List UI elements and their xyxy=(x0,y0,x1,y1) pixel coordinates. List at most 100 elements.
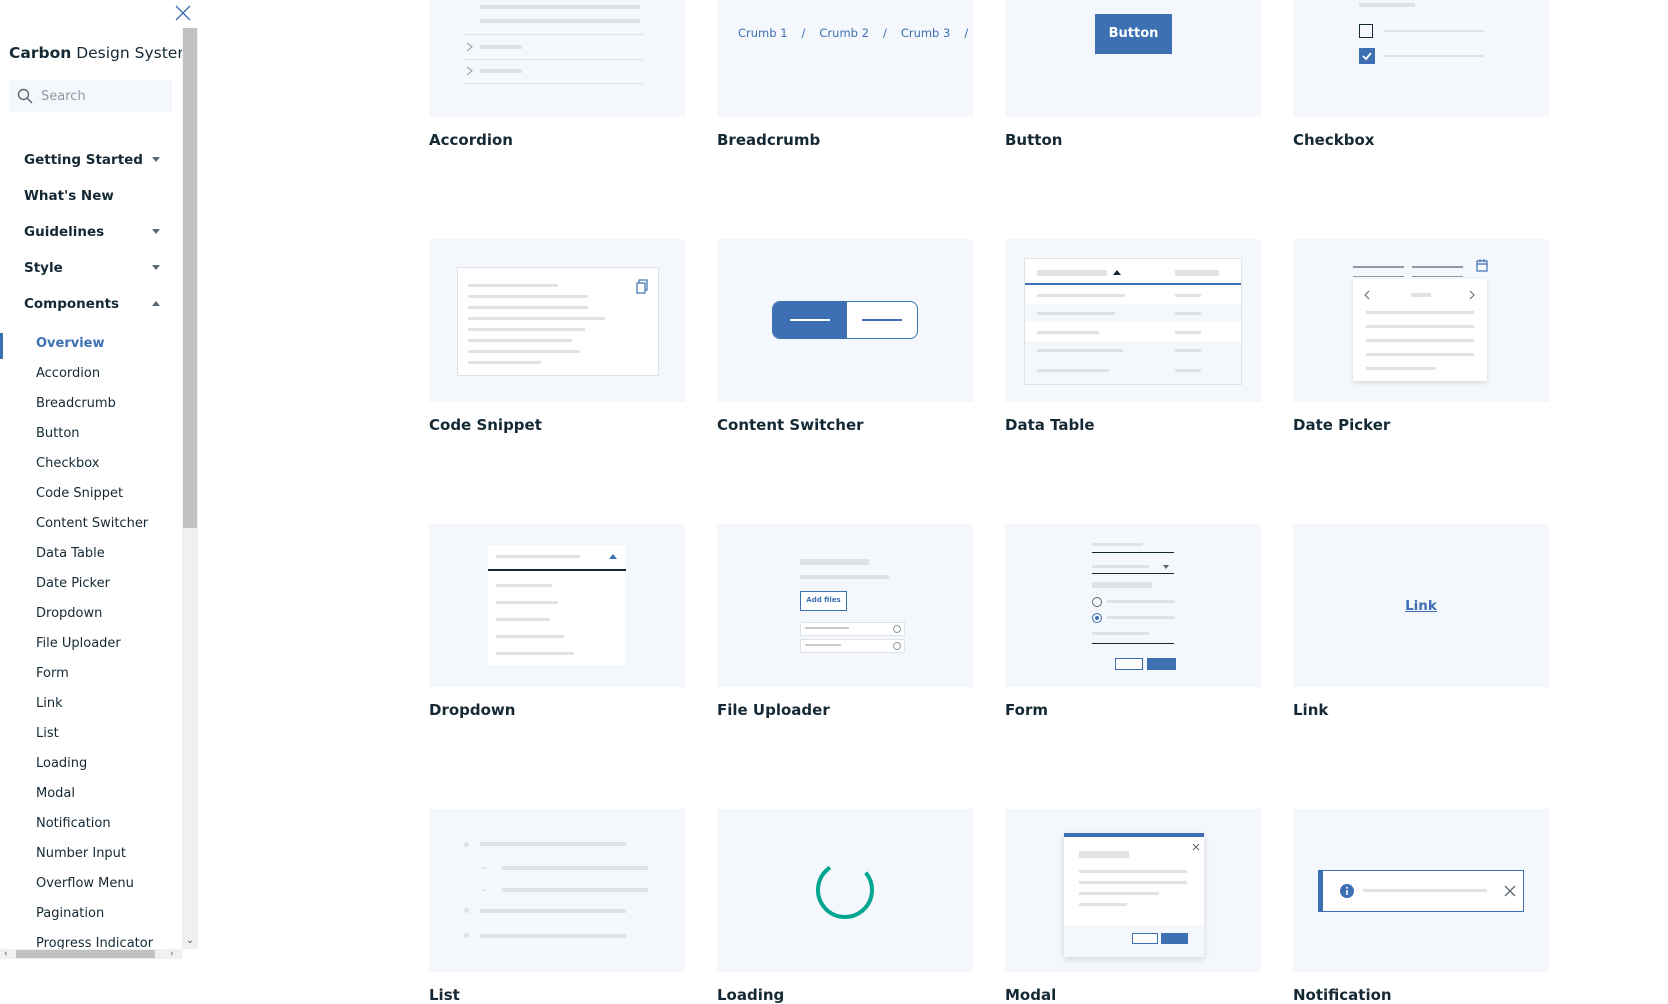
scroll-right-arrow-icon[interactable]: › xyxy=(170,949,174,959)
link-preview: Link xyxy=(1293,524,1549,687)
component-card-notification[interactable]: Notification xyxy=(1293,809,1549,1004)
sidebar-item-pagination[interactable]: Pagination xyxy=(36,906,104,921)
chevron-right-icon xyxy=(466,66,473,76)
snippet-box xyxy=(457,267,659,376)
radio-selected xyxy=(1092,613,1102,623)
sidebar-item-code-snippet[interactable]: Code Snippet xyxy=(36,486,123,501)
sidebar-item-link[interactable]: Link xyxy=(36,696,63,711)
sidebar-item-checkbox[interactable]: Checkbox xyxy=(36,456,100,471)
sidebar-item-form[interactable]: Form xyxy=(36,666,69,681)
file-uploader-preview: Add files xyxy=(717,524,973,687)
notification-banner xyxy=(1318,870,1524,912)
sidebar-horizontal-scrollbar[interactable]: ‹ › xyxy=(0,949,182,959)
sidebar-item-dropdown[interactable]: Dropdown xyxy=(36,606,102,621)
crumb-3[interactable]: Crumb 3 xyxy=(901,26,951,40)
brand-rest: Design System xyxy=(71,44,193,62)
sidebar-vertical-scrollbar[interactable]: ⌄ xyxy=(182,28,198,949)
chevron-down-icon xyxy=(152,265,160,270)
site-title[interactable]: Carbon Design System xyxy=(9,44,192,62)
add-files-button: Add files xyxy=(800,591,847,611)
sidebar-item-list[interactable]: List xyxy=(36,726,59,741)
file-row xyxy=(800,622,905,636)
card-title[interactable]: Form xyxy=(1005,701,1261,719)
sidebar-item-content-switcher[interactable]: Content Switcher xyxy=(36,516,148,531)
chevron-up-icon xyxy=(152,301,160,306)
component-card-checkbox[interactable]: Checkbox xyxy=(1293,0,1549,149)
component-card-button[interactable]: Button Button xyxy=(1005,0,1261,149)
checkbox-checked-icon xyxy=(1359,48,1375,64)
card-title[interactable]: Button xyxy=(1005,131,1261,149)
sidebar-item-file-uploader[interactable]: File Uploader xyxy=(36,636,121,651)
sidebar-item-loading[interactable]: Loading xyxy=(36,756,87,771)
card-title[interactable]: Accordion xyxy=(429,131,685,149)
component-card-data-table[interactable]: Data Table xyxy=(1005,239,1261,434)
crumb-2[interactable]: Crumb 2 xyxy=(819,26,869,40)
card-title[interactable]: List xyxy=(429,986,685,1004)
search-input[interactable] xyxy=(39,87,163,105)
sidebar-item-breadcrumb[interactable]: Breadcrumb xyxy=(36,396,116,411)
notification-preview xyxy=(1293,809,1549,972)
card-title[interactable]: Date Picker xyxy=(1293,416,1549,434)
card-title[interactable]: Breadcrumb xyxy=(717,131,973,149)
component-card-accordion[interactable]: Accordion xyxy=(429,0,685,149)
sidebar-item-modal[interactable]: Modal xyxy=(36,786,75,801)
sidebar-item-notification[interactable]: Notification xyxy=(36,816,111,831)
nav-section-guidelines[interactable]: Guidelines xyxy=(24,224,104,240)
calendar-icon xyxy=(1476,259,1488,272)
chevron-down-icon xyxy=(152,229,160,234)
component-card-form[interactable]: Form xyxy=(1005,524,1261,719)
component-card-file-uploader[interactable]: Add files File Uploader xyxy=(717,524,973,719)
card-title[interactable]: Notification xyxy=(1293,986,1549,1004)
component-card-code-snippet[interactable]: Code Snippet xyxy=(429,239,685,434)
sidebar-item-button[interactable]: Button xyxy=(36,426,80,441)
sidebar-item-number-input[interactable]: Number Input xyxy=(36,846,126,861)
component-card-date-picker[interactable]: Date Picker xyxy=(1293,239,1549,434)
card-title[interactable]: Link xyxy=(1293,701,1549,719)
info-icon xyxy=(1340,884,1354,898)
close-icon[interactable] xyxy=(174,4,196,26)
component-card-dropdown[interactable]: Dropdown xyxy=(429,524,685,719)
card-title[interactable]: Dropdown xyxy=(429,701,685,719)
sample-button: Button xyxy=(1095,14,1172,54)
form-preview xyxy=(1005,524,1261,687)
card-title[interactable]: File Uploader xyxy=(717,701,973,719)
sidebar: Carbon Design System Getting Started Wha… xyxy=(0,0,200,959)
sidebar-item-overflow-menu[interactable]: Overflow Menu xyxy=(36,876,134,891)
card-title[interactable]: Code Snippet xyxy=(429,416,685,434)
nav-section-whats-new[interactable]: What's New xyxy=(24,188,114,204)
scrollbar-thumb[interactable] xyxy=(16,950,155,958)
search-box[interactable] xyxy=(9,80,172,112)
sidebar-item-data-table[interactable]: Data Table xyxy=(36,546,105,561)
breadcrumb: Crumb 1 / Crumb 2 / Crumb 3 / xyxy=(738,26,968,40)
card-title[interactable]: Checkbox xyxy=(1293,131,1549,149)
copy-icon xyxy=(636,279,648,294)
brand-bold: Carbon xyxy=(9,44,72,62)
card-title[interactable]: Loading xyxy=(717,986,973,1004)
component-card-link[interactable]: Link Link xyxy=(1293,524,1549,719)
component-card-loading[interactable]: Loading xyxy=(717,809,973,1004)
active-indicator xyxy=(0,333,3,359)
crumb-separator: / xyxy=(882,26,887,40)
card-title[interactable]: Modal xyxy=(1005,986,1261,1004)
component-card-modal[interactable]: Modal xyxy=(1005,809,1261,1004)
scroll-left-arrow-icon[interactable]: ‹ xyxy=(4,949,8,959)
sidebar-item-overview[interactable]: Overview xyxy=(36,336,105,351)
sidebar-item-date-picker[interactable]: Date Picker xyxy=(36,576,110,591)
crumb-separator: / xyxy=(801,26,806,40)
scroll-down-arrow-icon[interactable]: ⌄ xyxy=(182,933,198,949)
nav-section-getting-started[interactable]: Getting Started xyxy=(24,152,143,168)
component-card-breadcrumb[interactable]: Crumb 1 / Crumb 2 / Crumb 3 / Breadcrumb xyxy=(717,0,973,149)
sidebar-item-accordion[interactable]: Accordion xyxy=(36,366,100,381)
scrollbar-thumb[interactable] xyxy=(183,28,197,528)
nav-section-components[interactable]: Components xyxy=(24,296,119,312)
dropdown-menu xyxy=(488,545,626,665)
nav-section-style[interactable]: Style xyxy=(24,260,63,276)
card-title[interactable]: Content Switcher xyxy=(717,416,973,434)
sample-link: Link xyxy=(1405,598,1437,614)
radio-unselected xyxy=(1092,597,1102,607)
close-icon xyxy=(1192,843,1200,851)
card-title[interactable]: Data Table xyxy=(1005,416,1261,434)
crumb-1[interactable]: Crumb 1 xyxy=(738,26,788,40)
component-card-content-switcher[interactable]: Content Switcher xyxy=(717,239,973,434)
component-card-list[interactable]: List xyxy=(429,809,685,1004)
